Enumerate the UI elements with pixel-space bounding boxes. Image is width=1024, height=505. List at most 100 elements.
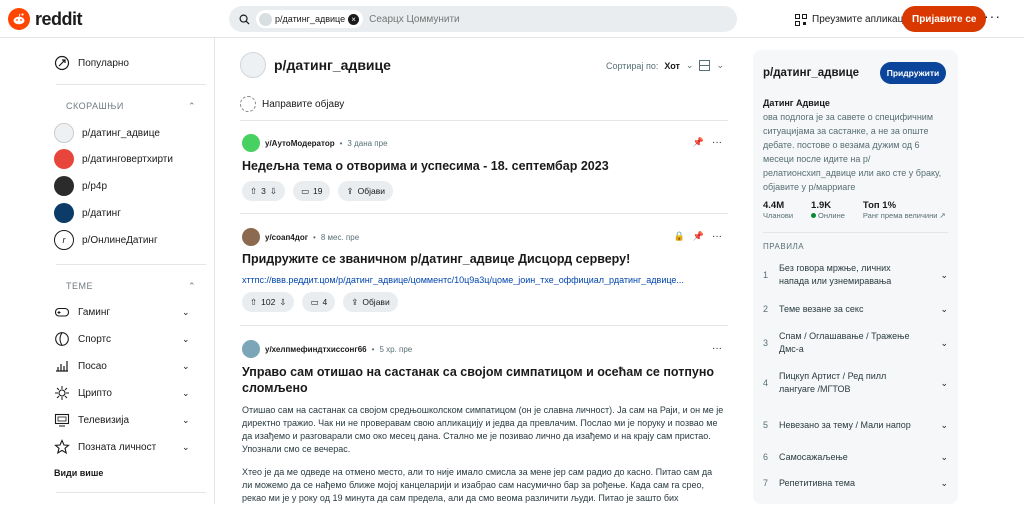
subreddit-search-chip[interactable]: р/датинг_адвице × — [256, 10, 364, 28]
post-title[interactable]: Придружите се званичном р/датинг_адвице … — [242, 251, 722, 267]
subreddit-name[interactable]: р/датинг_адвице — [274, 57, 391, 73]
subreddit-avatar-icon — [240, 52, 266, 78]
chevron-down-icon[interactable]: ⌄ — [182, 388, 190, 399]
divider — [56, 84, 206, 85]
post-icons: 🔒 📌 ··· — [674, 231, 722, 242]
share-icon: ⇪ — [346, 185, 354, 196]
chevron-down-icon[interactable]: ⌄ — [182, 307, 190, 318]
sort-control[interactable]: Сортирај по: Хот ⌄ ⌄ — [606, 60, 724, 71]
collapse-icon: ⌃ — [187, 101, 196, 111]
topic-item[interactable]: Спортс — [54, 328, 111, 350]
recent-section-header[interactable]: СКОРАШЊИ ⌃ — [66, 101, 196, 112]
overflow-menu-icon[interactable]: ··· — [712, 231, 722, 242]
chevron-down-icon[interactable]: ⌄ — [182, 334, 190, 345]
chevron-down-icon[interactable]: ⌄ — [182, 415, 190, 426]
see-more-link[interactable]: Види више — [54, 462, 103, 484]
rule-item[interactable]: 1 Без говора мржње, личних напада или уз… — [763, 258, 948, 292]
vote-control[interactable]: ⇧ 102 ⇩ — [242, 292, 295, 312]
popular-icon — [54, 55, 70, 71]
topics-section-header[interactable]: ТЕМЕ ⌃ — [66, 281, 196, 292]
rule-item[interactable]: 7 Репетитивна тема ⌄ — [763, 474, 948, 492]
join-button[interactable]: Придружити — [880, 62, 946, 84]
downvote-icon[interactable]: ⇩ — [270, 186, 277, 197]
left-sidebar: Популарно СКОРАШЊИ ⌃ р/датинг_адвице р/д… — [44, 38, 215, 504]
overflow-menu-icon[interactable]: ··· — [712, 343, 722, 354]
recent-section-title: СКОРАШЊИ — [66, 101, 124, 111]
topics-section-title: ТЕМЕ — [66, 281, 94, 291]
vote-control[interactable]: ⇧ 3 ⇩ — [242, 181, 285, 201]
chip-close-icon[interactable]: × — [348, 13, 360, 25]
chevron-down-icon[interactable]: ⌄ — [940, 452, 948, 463]
topic-item[interactable]: Телевизија — [54, 409, 129, 431]
subreddit-avatar-icon — [54, 176, 74, 196]
upvote-icon[interactable]: ⇧ — [250, 297, 257, 308]
post-author[interactable]: у/соап4дог — [265, 233, 308, 242]
post-body-paragraph: Хтео је да ме одведе на отмено место, ал… — [242, 467, 713, 503]
rule-number: 7 — [763, 478, 769, 488]
chevron-down-icon[interactable]: ⌄ — [182, 442, 190, 453]
share-button[interactable]: ⇪ Објави — [338, 181, 393, 201]
overflow-menu-icon[interactable]: ··· — [712, 137, 722, 148]
create-post-button[interactable]: Направите објаву — [240, 96, 344, 112]
topic-item[interactable]: Гаминг — [54, 301, 110, 323]
search-bar[interactable]: р/датинг_адвице × — [229, 6, 737, 32]
more-options-icon[interactable]: ··· — [984, 8, 1001, 24]
business-chart-icon — [56, 361, 68, 372]
post-title[interactable]: Недељна тема о отворима и успесима - 18.… — [242, 158, 722, 174]
post-author[interactable]: у/хелпмефиндтхиссонг66 — [265, 345, 367, 354]
comments-button[interactable]: ▭ 4 — [302, 292, 336, 312]
share-label: Објави — [357, 186, 385, 196]
recent-item[interactable]: р/датинг — [54, 202, 121, 224]
topic-item[interactable]: Посао — [54, 355, 107, 377]
external-link-icon[interactable]: ↗ — [939, 211, 945, 220]
online-stat: 1.9K Онлине — [811, 200, 845, 220]
television-icon — [54, 413, 70, 427]
chevron-down-icon[interactable]: ⌄ — [940, 420, 948, 431]
lock-icon: 🔒 — [673, 231, 685, 241]
nav-popular[interactable]: Популарно — [54, 52, 129, 74]
downvote-icon[interactable]: ⇩ — [279, 297, 286, 308]
recent-item[interactable]: r р/ОнлинеДатинг — [54, 229, 158, 251]
user-avatar-placeholder-icon — [240, 96, 256, 112]
divider — [56, 264, 206, 265]
share-button[interactable]: ⇪ Објави — [343, 292, 398, 312]
rule-item[interactable]: 6 Самосажаљење ⌄ — [763, 448, 948, 466]
chevron-down-icon[interactable]: ⌄ — [940, 378, 948, 389]
comments-button[interactable]: ▭ 19 — [292, 181, 331, 201]
chevron-down-icon[interactable]: ⌄ — [940, 338, 948, 349]
view-layout-icon[interactable] — [699, 60, 711, 71]
chevron-down-icon[interactable]: ⌄ — [940, 478, 948, 489]
rule-item[interactable]: 4 Пицкуп Артист / Ред пилл лангуаге /МГТ… — [763, 366, 948, 400]
recent-item[interactable]: р/датинг_адвице — [54, 122, 160, 144]
user-avatar-icon — [242, 228, 260, 246]
pin-icon: 📌 — [692, 231, 704, 241]
rule-number: 1 — [763, 270, 769, 280]
search-input[interactable] — [369, 13, 620, 25]
recent-item[interactable]: р/p4p — [54, 175, 107, 197]
nav-popular-label: Популарно — [78, 57, 129, 69]
rule-item[interactable]: 2 Теме везане за секс ⌄ — [763, 298, 948, 320]
reddit-logo[interactable]: reddit — [8, 8, 83, 30]
post-title[interactable]: Управо сам отишао на састанак са својом … — [242, 364, 722, 396]
gamepad-icon — [54, 307, 70, 317]
post-actions: ⇧ 3 ⇩ ▭ 19 ⇪ Објави — [242, 181, 393, 201]
recent-item[interactable]: р/датинговертхирти — [54, 148, 173, 170]
pin-icon: 📌 — [692, 137, 704, 147]
upvote-icon[interactable]: ⇧ — [250, 186, 257, 197]
members-stat: 4.4M Чланови — [763, 200, 793, 220]
post-time: 8 мес. пре — [320, 232, 360, 242]
rule-item[interactable]: 5 Невезано за тему / Мали напор ⌄ — [763, 408, 948, 442]
divider — [763, 232, 948, 233]
topic-item[interactable]: Позната личност — [54, 436, 156, 458]
chevron-down-icon[interactable]: ⌄ — [940, 270, 948, 281]
post-time: 5 хр. пре — [379, 344, 413, 354]
post-meta: у/соап4дог • 8 мес. пре — [242, 228, 359, 246]
chevron-down-icon[interactable]: ⌄ — [940, 304, 948, 315]
post-link[interactable]: хттпс://ввв.реддит.цом/р/датинг_адвице/ц… — [242, 275, 722, 285]
chevron-down-icon[interactable]: ⌄ — [182, 361, 190, 372]
login-button[interactable]: Пријавите се — [902, 6, 987, 32]
topic-item[interactable]: Црипто — [54, 382, 112, 404]
rule-text: Теме везане за секс — [779, 303, 864, 314]
post-author[interactable]: у/АутоМодератор — [265, 139, 335, 148]
rule-item[interactable]: 3 Спам / Оглашавање / Тражење Дмс-а ⌄ — [763, 326, 948, 360]
